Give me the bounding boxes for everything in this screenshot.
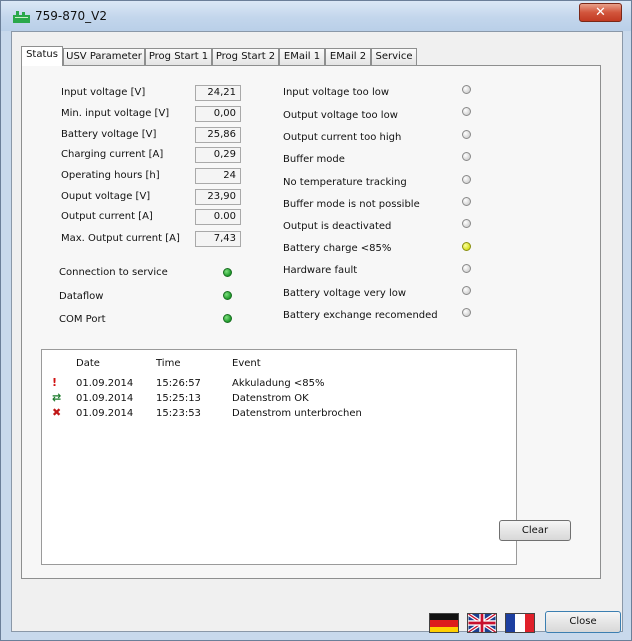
- log-header-time[interactable]: Time: [156, 358, 180, 369]
- connection-label: Dataflow: [59, 291, 104, 302]
- log-time: 15:26:57: [156, 378, 201, 389]
- log-date: 01.09.2014: [76, 393, 134, 404]
- warning-icon: !: [52, 376, 58, 389]
- flag-label: Battery exchange recomended: [283, 310, 438, 321]
- uk-flag-icon[interactable]: [467, 613, 497, 633]
- flag-label: Battery charge <85%: [283, 243, 392, 254]
- tab-prog-start-1[interactable]: Prog Start 1: [145, 48, 212, 65]
- log-header-date[interactable]: Date: [76, 358, 100, 369]
- min-input-voltage-field: 0,00: [195, 106, 241, 122]
- log-event: Datenstrom unterbrochen: [232, 408, 362, 419]
- battery-voltage-field: 25,86: [195, 127, 241, 143]
- status-led: [462, 175, 471, 184]
- connection-ok-icon: ⇄: [52, 391, 62, 404]
- status-led: [462, 107, 471, 116]
- output-voltage-field: 23,90: [195, 189, 241, 205]
- measure-label: Max. Output current [A]: [61, 233, 180, 244]
- dataflow-status-led: [223, 291, 232, 300]
- log-event: Datenstrom OK: [232, 393, 309, 404]
- status-led: [462, 286, 471, 295]
- measure-label: Charging current [A]: [61, 149, 164, 160]
- flag-label: Buffer mode is not possible: [283, 199, 420, 210]
- flag-label: Output voltage too low: [283, 110, 398, 121]
- tab-email-1[interactable]: EMail 1: [279, 48, 325, 65]
- connection-label: COM Port: [59, 314, 106, 325]
- tab-prog-start-2[interactable]: Prog Start 2: [212, 48, 279, 65]
- status-led: [462, 264, 471, 273]
- measure-label: Min. input voltage [V]: [61, 108, 170, 119]
- window-close-button[interactable]: ✕: [579, 3, 622, 22]
- flag-label: Battery voltage very low: [283, 288, 407, 299]
- log-header-event[interactable]: Event: [232, 358, 261, 369]
- input-voltage-field: 24,21: [195, 85, 241, 101]
- tab-usv-parameter[interactable]: USV Parameter: [63, 48, 145, 65]
- measure-label: Battery voltage [V]: [61, 129, 157, 140]
- measure-label: Operating hours [h]: [61, 170, 160, 181]
- clear-button[interactable]: Clear: [499, 520, 571, 541]
- flag-label: Buffer mode: [283, 154, 345, 165]
- log-date: 01.09.2014: [76, 378, 134, 389]
- battery-charge-led: [462, 242, 471, 251]
- log-time: 15:23:53: [156, 408, 201, 419]
- app-window: 759-870_V2 ✕ Status USV Parameter Prog S…: [0, 0, 632, 641]
- connection-label: Connection to service: [59, 267, 168, 278]
- measure-label: Input voltage [V]: [61, 87, 146, 98]
- status-led: [462, 308, 471, 317]
- flag-label: Output is deactivated: [283, 221, 392, 232]
- flag-label: Input voltage too low: [283, 87, 390, 98]
- tab-email-2[interactable]: EMail 2: [325, 48, 371, 65]
- com-port-status-led: [223, 314, 232, 323]
- status-led: [462, 219, 471, 228]
- measure-label: Ouput voltage [V]: [61, 191, 151, 202]
- measure-label: Output current [A]: [61, 211, 153, 222]
- close-button[interactable]: Close: [545, 611, 621, 633]
- title-bar[interactable]: 759-870_V2 ✕: [1, 1, 631, 31]
- charging-current-field: 0,29: [195, 147, 241, 163]
- app-icon: [13, 11, 30, 23]
- event-log[interactable]: Date Time Event ! 01.09.2014 15:26:57 Ak…: [41, 349, 517, 565]
- status-led: [462, 152, 471, 161]
- flag-label: Output current too high: [283, 132, 402, 143]
- status-led: [462, 130, 471, 139]
- french-flag-icon[interactable]: [505, 613, 535, 633]
- log-date: 01.09.2014: [76, 408, 134, 419]
- operating-hours-field: 24: [195, 168, 241, 184]
- log-time: 15:25:13: [156, 393, 201, 404]
- flag-label: Hardware fault: [283, 265, 358, 276]
- log-event: Akkuladung <85%: [232, 378, 325, 389]
- close-icon: ✕: [595, 5, 606, 20]
- output-current-field: 0.00: [195, 209, 241, 225]
- max-output-current-field: 7,43: [195, 231, 241, 247]
- tab-status[interactable]: Status: [21, 46, 63, 66]
- connection-status-led: [223, 268, 232, 277]
- german-flag-icon[interactable]: [429, 613, 459, 633]
- connection-lost-icon: ✖: [52, 406, 62, 419]
- flag-label: No temperature tracking: [283, 177, 407, 188]
- window-title: 759-870_V2: [35, 9, 107, 23]
- status-led: [462, 85, 471, 94]
- status-led: [462, 197, 471, 206]
- tab-service[interactable]: Service: [371, 48, 417, 65]
